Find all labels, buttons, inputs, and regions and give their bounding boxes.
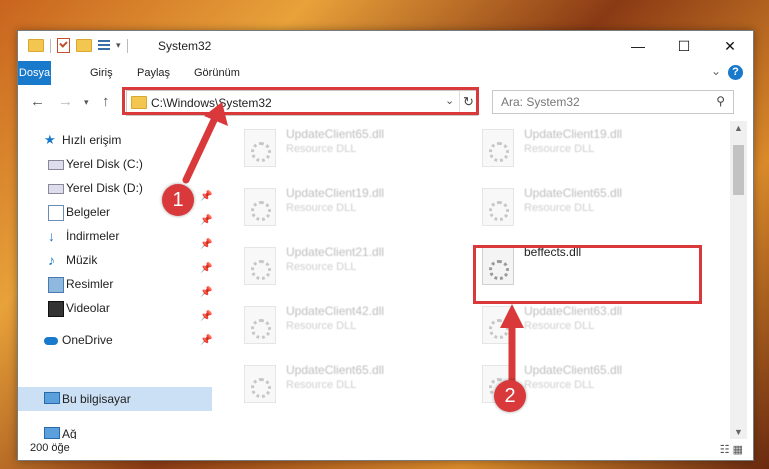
- step-badge-2: 2: [494, 380, 526, 412]
- arrow-2-head: [500, 304, 524, 328]
- step-badge-1: 1: [162, 184, 194, 216]
- arrow-1-shaft: [182, 114, 219, 184]
- annotation-arrows: [182, 102, 524, 384]
